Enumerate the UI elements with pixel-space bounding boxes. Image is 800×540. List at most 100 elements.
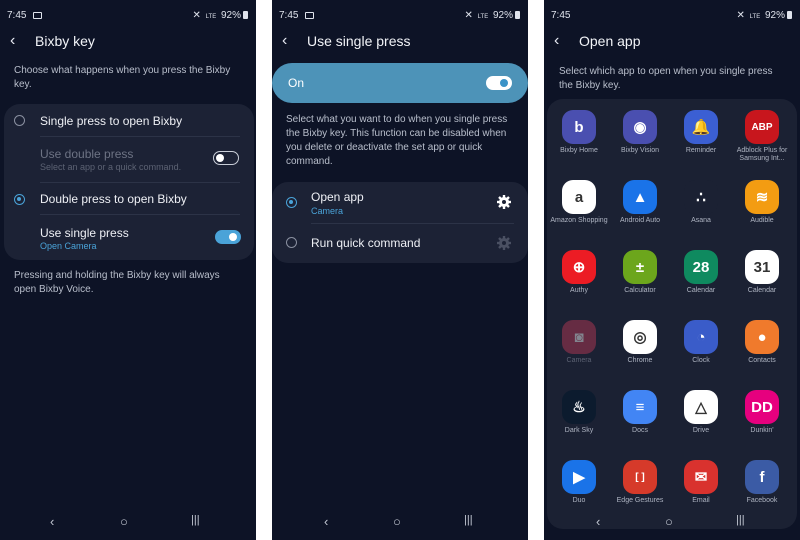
app-name: Clock (692, 357, 710, 364)
contacts-icon: ● (745, 320, 779, 354)
calculator-icon: ± (623, 250, 657, 284)
master-switch-bar[interactable]: On (272, 63, 528, 103)
app-name: Adblock Plus for Samsung Int... (736, 147, 788, 162)
app-item[interactable]: ✉ Email (671, 451, 731, 521)
app-item[interactable]: △ Drive (671, 381, 731, 451)
app-name: Chrome (627, 357, 653, 364)
app-item[interactable]: a Amazon Shopping (549, 171, 609, 241)
back-arrow-icon[interactable]: ‹ (282, 32, 287, 50)
nav-recents-icon[interactable]: ||| (464, 514, 473, 526)
option-label[interactable]: Open app (311, 190, 364, 204)
option-sublabel: Select an app or a quick command. (40, 162, 182, 172)
option-sublabel: Open Camera (40, 241, 97, 251)
page-description: Select what you want to do when you sing… (286, 114, 508, 167)
app-item[interactable]: 🔔 Reminder (671, 101, 731, 171)
app-name: Dunkin' (750, 427, 774, 434)
status-time: 7:45 (551, 10, 571, 21)
page-title: Open app (579, 33, 641, 49)
app-item[interactable]: ♨ Dark Sky (549, 381, 609, 451)
status-bar: 7:45 ✕ LTE 92% (279, 10, 520, 24)
action-options-card: Open app Camera Run quick command (272, 182, 528, 263)
app-item[interactable]: f Facebook (732, 451, 792, 521)
app-item[interactable]: ▲ Android Auto (610, 171, 670, 241)
app-name: Dark Sky (564, 427, 594, 434)
clock-icon: ◔ (684, 320, 718, 354)
nav-recents-icon[interactable]: ||| (736, 514, 745, 526)
nav-back-icon[interactable]: ‹ (50, 514, 54, 529)
gallery-notification-icon (33, 12, 42, 19)
app-name: Contacts (748, 357, 776, 364)
app-item[interactable]: 28 Calendar (671, 241, 731, 311)
app-item[interactable]: ⊕ Authy (549, 241, 609, 311)
divider (40, 182, 240, 183)
back-arrow-icon[interactable]: ‹ (10, 32, 15, 50)
option-label[interactable]: Run quick command (311, 236, 420, 250)
amazon-icon: a (562, 180, 596, 214)
camera-icon: ◙ (562, 320, 596, 354)
app-item[interactable]: ABP Adblock Plus for Samsung Int... (732, 101, 792, 171)
radio-single-press-bixby[interactable] (14, 115, 25, 126)
app-item[interactable]: ≡ Docs (610, 381, 670, 451)
app-item[interactable]: b Bixby Home (549, 101, 609, 171)
app-bar: ‹ Open app (554, 32, 790, 52)
facebook-icon: f (745, 460, 779, 494)
duo-icon: ▶ (562, 460, 596, 494)
master-switch-toggle[interactable] (486, 76, 512, 90)
nav-home-icon[interactable]: ○ (665, 514, 673, 529)
navigation-bar: ‹ ○ ||| (0, 514, 256, 534)
status-bar: 7:45 ✕ LTE 92% (551, 10, 792, 24)
app-item[interactable]: ∴ Asana (671, 171, 731, 241)
mute-icon: ✕ (192, 10, 201, 21)
option-label: Use double press (40, 147, 134, 161)
app-name: Facebook (746, 497, 778, 504)
signal-icon: LTE (205, 14, 217, 20)
open-app-settings-gear-icon[interactable] (496, 194, 512, 210)
page-title: Bixby key (35, 33, 95, 49)
option-label[interactable]: Use single press (40, 226, 129, 240)
app-item[interactable]: ± Calculator (610, 241, 670, 311)
app-item[interactable]: ◙ Camera (549, 311, 609, 381)
nav-back-icon[interactable]: ‹ (324, 514, 328, 529)
radio-open-app[interactable] (286, 197, 297, 208)
radio-run-quick-command[interactable] (286, 237, 297, 248)
docs-icon: ≡ (623, 390, 657, 424)
app-item[interactable]: ● Contacts (732, 311, 792, 381)
radio-double-press-bixby[interactable] (14, 194, 25, 205)
app-item[interactable]: ≋ Audible (732, 171, 792, 241)
nav-home-icon[interactable]: ○ (120, 514, 128, 529)
calendar-green-icon: 28 (684, 250, 718, 284)
nav-recents-icon[interactable]: ||| (191, 514, 200, 526)
app-name: Edge Gestures (616, 497, 664, 504)
option-label[interactable]: Single press to open Bixby (40, 114, 182, 128)
mute-icon: ✕ (736, 10, 745, 21)
app-item[interactable]: 31 Calendar (732, 241, 792, 311)
app-grid: b Bixby Home ◉ Bixby Vision 🔔 Reminder ABP Adbl… (547, 99, 797, 529)
edge-gestures-icon: [ ] (623, 460, 657, 494)
option-label[interactable]: Double press to open Bixby (40, 192, 187, 206)
app-name: Audible (750, 217, 774, 224)
status-indicators: ✕ LTE 92% (734, 10, 792, 21)
divider (311, 223, 514, 224)
bixby-vision-icon: ◉ (623, 110, 657, 144)
app-item[interactable]: [ ] Edge Gestures (610, 451, 670, 521)
app-name: Bixby Vision (620, 147, 659, 154)
back-arrow-icon[interactable]: ‹ (554, 32, 559, 50)
app-item[interactable]: ◔ Clock (671, 311, 731, 381)
android-auto-icon: ▲ (623, 180, 657, 214)
email-icon: ✉ (684, 460, 718, 494)
calendar-blue-icon: 31 (745, 250, 779, 284)
signal-icon: LTE (749, 14, 761, 20)
app-item[interactable]: ◎ Chrome (610, 311, 670, 381)
divider (40, 136, 240, 137)
use-single-press-toggle[interactable] (215, 230, 241, 244)
divider (40, 214, 240, 215)
nav-back-icon[interactable]: ‹ (596, 514, 600, 529)
battery-percent: 92% (220, 10, 241, 21)
app-item[interactable]: DD Dunkin' (732, 381, 792, 451)
app-item[interactable]: ▶ Duo (549, 451, 609, 521)
settings-card: Single press to open Bixby Use double pr… (4, 104, 254, 260)
app-name: Bixby Home (560, 147, 598, 154)
nav-home-icon[interactable]: ○ (393, 514, 401, 529)
app-item[interactable]: ◉ Bixby Vision (610, 101, 670, 171)
use-double-press-toggle[interactable] (213, 151, 239, 165)
